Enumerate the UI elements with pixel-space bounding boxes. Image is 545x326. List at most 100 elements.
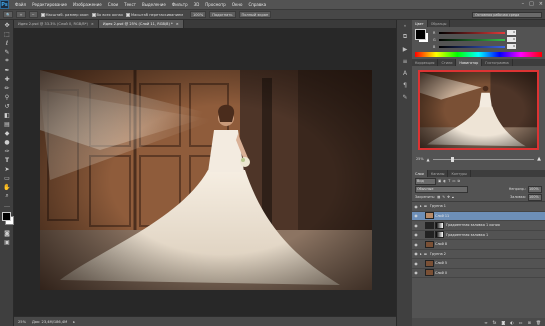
add-mask-icon[interactable]: ◙ (501, 320, 505, 325)
opacity-field[interactable]: 100% (528, 185, 542, 193)
workspace-select[interactable]: Основная рабочая среда (472, 12, 542, 18)
maximize-button[interactable]: □ (529, 1, 534, 7)
fit-screen-button[interactable]: Подогнать (209, 11, 236, 18)
lock-paint-icon[interactable]: ✎ (442, 195, 445, 199)
tab-document-1[interactable]: Идея 2.psd @ 33.3% (Слой 0, RGB/8*) × (14, 20, 99, 28)
foreground-color-swatch[interactable] (2, 212, 11, 221)
minimize-button[interactable]: – (522, 1, 525, 7)
zoom-100-button[interactable]: 100% (189, 11, 207, 18)
new-adjustment-icon[interactable]: ◐ (510, 320, 514, 325)
eye-icon[interactable]: ◉ (412, 261, 420, 266)
color-channel-value[interactable]: 0 (507, 44, 516, 49)
menu-item[interactable]: Изображение (70, 2, 105, 7)
tab-paths[interactable]: Контуры (448, 170, 471, 177)
new-layer-icon[interactable]: ⊞ (528, 320, 531, 325)
scrubby-zoom-checkbox[interactable] (125, 12, 130, 17)
healing-brush-icon[interactable]: ✚ (2, 75, 12, 83)
resize-windows-checkbox[interactable] (40, 12, 45, 17)
fg-color-swatch[interactable] (415, 29, 426, 40)
quick-select-tool-icon[interactable]: ✎ (2, 48, 12, 56)
eye-icon[interactable]: ◉ (412, 223, 420, 228)
menu-item[interactable]: Справка (245, 2, 269, 7)
scrubby-zoom-option[interactable]: Масштаб перетаскиванием (125, 12, 183, 17)
link-layers-icon[interactable]: ∞ (484, 320, 487, 325)
properties-panel-icon[interactable]: ≡ (400, 57, 410, 65)
eye-icon[interactable]: ◉ (412, 242, 420, 247)
blur-tool-icon[interactable]: ◆ (2, 129, 12, 137)
fill-field[interactable]: 100% (528, 193, 542, 201)
history-panel-icon[interactable]: ⧉ (400, 33, 410, 41)
fill-screen-button[interactable]: Полный экран (238, 11, 272, 18)
menu-item[interactable]: Текст (121, 2, 139, 7)
color-channel-value[interactable]: 0 (507, 30, 516, 35)
tab-histogram[interactable]: Гистограмма (482, 59, 513, 66)
history-brush-icon[interactable]: ↺ (2, 102, 12, 110)
color-panel-swatches[interactable] (415, 29, 429, 43)
character-panel-icon[interactable]: A (400, 69, 410, 77)
tab-swatches[interactable]: Образцы (428, 20, 451, 27)
menu-item[interactable]: Фильтр (169, 2, 191, 7)
menu-item[interactable]: Редактирование (29, 2, 70, 7)
menu-item[interactable]: Выделение (139, 2, 169, 7)
color-spectrum[interactable] (415, 52, 542, 57)
color-channel-slider[interactable] (439, 38, 505, 41)
delete-layer-icon[interactable]: 🗑︎ (536, 320, 541, 325)
zoom-in-icon[interactable]: ▲ (537, 156, 541, 162)
eye-icon[interactable]: ◉ (412, 213, 420, 218)
color-channel-slider[interactable] (439, 31, 505, 34)
layer-row[interactable]: ◉ Слой 11 (412, 211, 545, 221)
filter-pixel-icon[interactable]: ▣ (438, 179, 441, 183)
paragraph-panel-icon[interactable]: ¶ (400, 81, 410, 89)
menu-item[interactable]: Окно (229, 2, 246, 7)
clone-stamp-icon[interactable]: ⚲ (2, 93, 12, 101)
new-group-icon[interactable]: ▭ (519, 320, 523, 325)
tab-document-2[interactable]: Идея 2.psd @ 25% (Слой 11, RGB/8) * × (98, 20, 184, 28)
move-tool-icon[interactable]: ✥ (2, 21, 12, 29)
screen-mode-icon[interactable]: ▣ (2, 238, 12, 246)
color-swatches[interactable] (1, 212, 14, 226)
eyedropper-tool-icon[interactable]: ✒ (2, 66, 12, 74)
resize-windows-option[interactable]: Масштаб. размер окон (40, 12, 89, 17)
layer-kind-select[interactable]: Вид (415, 177, 436, 185)
layer-row[interactable]: ◉ Слой 5 (412, 259, 545, 269)
tab-adjustments[interactable]: Коррекция (412, 59, 439, 66)
path-select-icon[interactable]: ➤ (2, 165, 12, 173)
expand-arrow-icon[interactable]: ▸ (420, 252, 422, 256)
tab-close-icon[interactable]: × (91, 22, 94, 26)
close-button[interactable]: × (539, 1, 543, 7)
hand-tool-icon[interactable]: ✋ (2, 183, 12, 191)
layer-row[interactable]: ◉ ▸ ▬ Группа 1 (412, 202, 545, 212)
menu-item[interactable]: Просмотр (202, 2, 229, 7)
menu-item[interactable]: 3D (191, 2, 203, 7)
all-windows-checkbox[interactable] (91, 12, 96, 17)
tab-styles[interactable]: Стили (438, 59, 457, 66)
quick-mask-icon[interactable]: ◙ (2, 229, 12, 237)
filter-type-icon[interactable]: T (448, 179, 450, 183)
layer-row[interactable]: ◉ Градиентная заливка 1 копия (412, 221, 545, 231)
color-channel-slider[interactable] (439, 45, 505, 48)
zoom-out-icon[interactable]: ▲ (427, 157, 430, 162)
brush-panel-icon[interactable]: ✎ (400, 93, 410, 101)
type-tool-icon[interactable]: T (2, 156, 12, 164)
layer-row[interactable]: ◉ ▸ ▬ Группа 2 (412, 250, 545, 259)
navigator-zoom-slider[interactable] (432, 156, 535, 162)
layer-row[interactable]: ◉ Слой 8 (412, 240, 545, 250)
shape-tool-icon[interactable]: ▭ (2, 174, 12, 182)
dodge-tool-icon[interactable]: ● (2, 138, 12, 146)
layer-row[interactable]: ◉ Слой 0 (412, 269, 545, 278)
zoom-all-windows-option[interactable]: Во всех окнах (91, 12, 123, 17)
filter-adjust-icon[interactable]: ◐ (443, 179, 446, 183)
filter-shape-icon[interactable]: ▭ (452, 179, 455, 183)
crop-tool-icon[interactable]: ⌗ (2, 57, 12, 65)
zoom-in-icon[interactable]: + (16, 11, 26, 18)
menu-item[interactable]: Файл (12, 2, 29, 7)
brush-tool-icon[interactable]: ✏ (2, 84, 12, 92)
menu-item[interactable]: Слои (105, 2, 121, 7)
status-arrow-icon[interactable]: ▸ (73, 320, 75, 324)
marquee-tool-icon[interactable]: ⬚ (2, 30, 12, 38)
pen-tool-icon[interactable]: ✑ (2, 147, 12, 155)
eye-icon[interactable]: ◉ (412, 270, 420, 275)
layer-row[interactable]: ◉ Градиентная заливка 1 (412, 231, 545, 240)
gradient-tool-icon[interactable]: ▤ (2, 120, 12, 128)
eye-icon[interactable]: ◉ (412, 251, 420, 256)
